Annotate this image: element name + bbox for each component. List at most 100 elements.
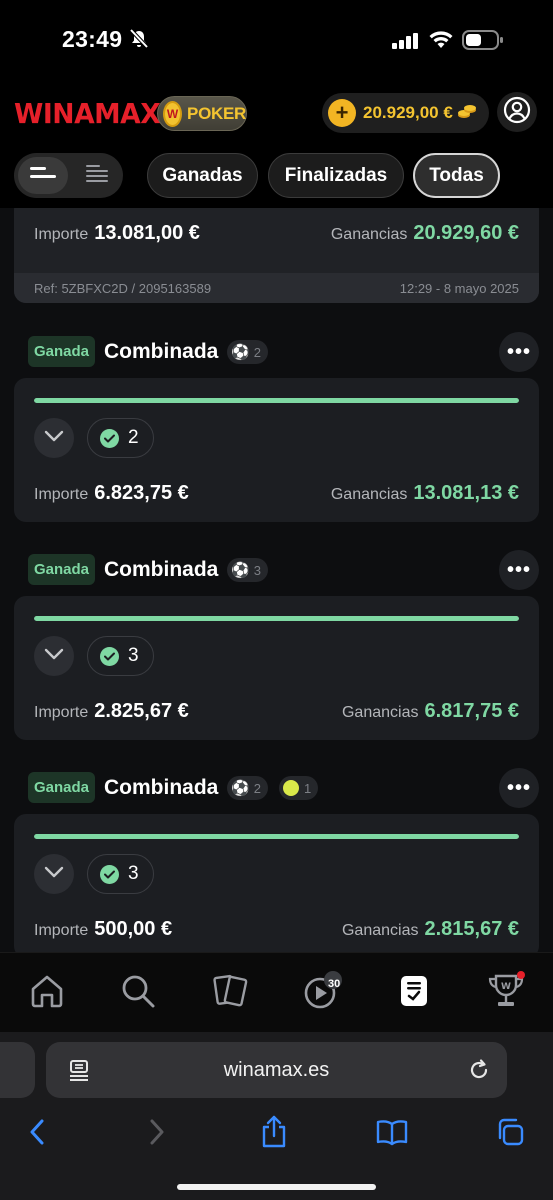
- bookmarks-button[interactable]: [372, 1114, 412, 1154]
- expand-button[interactable]: [34, 636, 74, 676]
- app-header: WINAMAX W POKER + 20.929,00 €: [0, 84, 553, 146]
- tab-search[interactable]: [116, 971, 160, 1015]
- status-bar: 23:49: [0, 0, 553, 84]
- share-button[interactable]: [254, 1114, 294, 1154]
- bet-card-partial[interactable]: Importe 13.081,00 € Ganancias 20.929,60 € …: [14, 208, 539, 303]
- winnings-value: 6.817,75 €: [424, 700, 519, 722]
- football-count: 3: [253, 562, 261, 578]
- tab-my-bets[interactable]: [392, 971, 436, 1015]
- winnings-label: Ganancias: [341, 922, 419, 939]
- football-count-pill: ⚽ 2: [227, 776, 268, 800]
- compact-view-button[interactable]: [18, 157, 68, 194]
- tab-live[interactable]: 30: [300, 970, 344, 1015]
- progress-fill: [34, 398, 519, 403]
- stake-label: Importe: [34, 486, 89, 503]
- chevron-down-icon: [44, 647, 64, 665]
- book-icon: [375, 1118, 409, 1151]
- winamax-logo[interactable]: WINAMAX: [14, 97, 161, 130]
- bets-list[interactable]: Importe 13.081,00 € Ganancias 20.929,60 € …: [0, 208, 553, 952]
- winnings-label: Ganancias: [341, 704, 419, 721]
- forward-button[interactable]: [137, 1114, 177, 1154]
- more-options-button[interactable]: •••: [499, 332, 539, 372]
- back-button[interactable]: [17, 1114, 57, 1154]
- winnings-value: 20.929,60 €: [413, 222, 519, 244]
- previous-tab-preview[interactable]: [0, 1042, 35, 1098]
- won-selections-pill: 3: [87, 854, 154, 894]
- winnings-value: 13.081,13 €: [413, 482, 519, 504]
- bet-type: Combinada: [104, 340, 219, 363]
- sport-count-pill: ⚽ 3: [227, 558, 268, 582]
- won-selections-count: 2: [128, 427, 139, 448]
- winnings-value: 2.815,67 €: [424, 918, 519, 940]
- browser-toolbar: winamax.es: [0, 1032, 553, 1200]
- poker-button[interactable]: W POKER: [157, 96, 247, 131]
- status-time: 23:49: [62, 26, 123, 52]
- chevron-down-icon: [44, 865, 64, 883]
- stake-value: 6.823,75 €: [94, 482, 189, 504]
- compact-list-icon: [30, 166, 56, 185]
- detailed-view-button[interactable]: [72, 157, 122, 194]
- balance-button[interactable]: + 20.929,00 €: [322, 93, 489, 133]
- sport-count-pill: ⚽ 2: [227, 340, 268, 364]
- bet-amounts-row: Importe 500,00 € Ganancias 2.815,67 €: [14, 918, 539, 941]
- cellular-signal-icon: [392, 33, 418, 54]
- status-badge: Ganada: [28, 336, 96, 367]
- bet-card[interactable]: 3 Importe 2.825,67 € Ganancias 6.817,75 €: [14, 596, 539, 740]
- progress-fill: [34, 616, 519, 621]
- filter-chip-todas[interactable]: Todas: [413, 153, 500, 198]
- bet-amounts-row: Importe 2.825,67 € Ganancias 6.817,75 €: [14, 700, 539, 723]
- home-icon: [29, 974, 65, 1013]
- tab-casino[interactable]: [208, 971, 252, 1015]
- won-selections-pill: 3: [87, 636, 154, 676]
- account-button[interactable]: [497, 92, 537, 132]
- bet-type: Combinada: [104, 558, 219, 581]
- tennis-count: 1: [304, 780, 312, 796]
- filter-chip-ganadas[interactable]: Ganadas: [147, 153, 258, 198]
- tennis-ball-icon: [283, 780, 299, 796]
- bet-card[interactable]: 3 Importe 500,00 € Ganancias 2.815,67 €: [14, 814, 539, 952]
- url-text: winamax.es: [223, 1059, 330, 1081]
- progress-fill: [34, 834, 519, 839]
- bell-off-icon: [128, 28, 150, 55]
- home-indicator: [177, 1184, 376, 1190]
- stake-value: 500,00 €: [94, 918, 173, 940]
- live-count-badge: 30: [328, 978, 341, 990]
- balance-amount: 20.929,00 €: [363, 103, 453, 122]
- bet-header: Ganada Combinada ⚽ 2 •••: [14, 332, 539, 372]
- tab-rankings[interactable]: W: [484, 970, 528, 1016]
- bet-header: Ganada Combinada ⚽ 2 1 •••: [14, 768, 539, 808]
- progress-bar: [34, 834, 519, 839]
- check-circle-icon: [100, 646, 119, 666]
- stake-label: Importe: [34, 704, 89, 721]
- bet-type: Combinada: [104, 776, 219, 799]
- won-selections-count: 3: [128, 863, 139, 884]
- bet-reference: Ref: 5ZBFXC2D / 2095163589: [34, 280, 212, 296]
- battery-icon: [462, 29, 504, 56]
- chevron-down-icon: [44, 429, 64, 447]
- tennis-count-pill: 1: [279, 776, 319, 800]
- check-circle-icon: [100, 864, 119, 884]
- expand-button[interactable]: [34, 418, 74, 458]
- tabs-button[interactable]: [490, 1114, 530, 1154]
- more-options-button[interactable]: •••: [499, 550, 539, 590]
- bet-card[interactable]: 2 Importe 6.823,75 € Ganancias 13.081,13 €: [14, 378, 539, 522]
- bottom-tab-bar: 30 W: [0, 952, 553, 1032]
- view-toggle: [14, 153, 123, 198]
- reload-icon[interactable]: [467, 1058, 491, 1087]
- stake-label: Importe: [34, 922, 89, 939]
- football-count: 2: [253, 344, 261, 360]
- won-selections-count: 3: [128, 645, 139, 666]
- trophy-icon: W: [486, 970, 526, 1016]
- more-options-button[interactable]: •••: [499, 768, 539, 808]
- coins-icon: [457, 103, 477, 124]
- check-circle-icon: [100, 428, 119, 448]
- tab-home[interactable]: [25, 971, 69, 1015]
- status-badge: Ganada: [28, 554, 96, 585]
- chevron-right-icon: [148, 1118, 166, 1151]
- filter-chip-finalizadas[interactable]: Finalizadas: [268, 153, 404, 198]
- deposit-plus-icon: +: [328, 99, 356, 127]
- expand-button[interactable]: [34, 854, 74, 894]
- address-bar[interactable]: winamax.es: [46, 1042, 507, 1098]
- bet-date: 12:29 - 8 mayo 2025: [399, 280, 519, 296]
- won-selections-pill: 2: [87, 418, 154, 458]
